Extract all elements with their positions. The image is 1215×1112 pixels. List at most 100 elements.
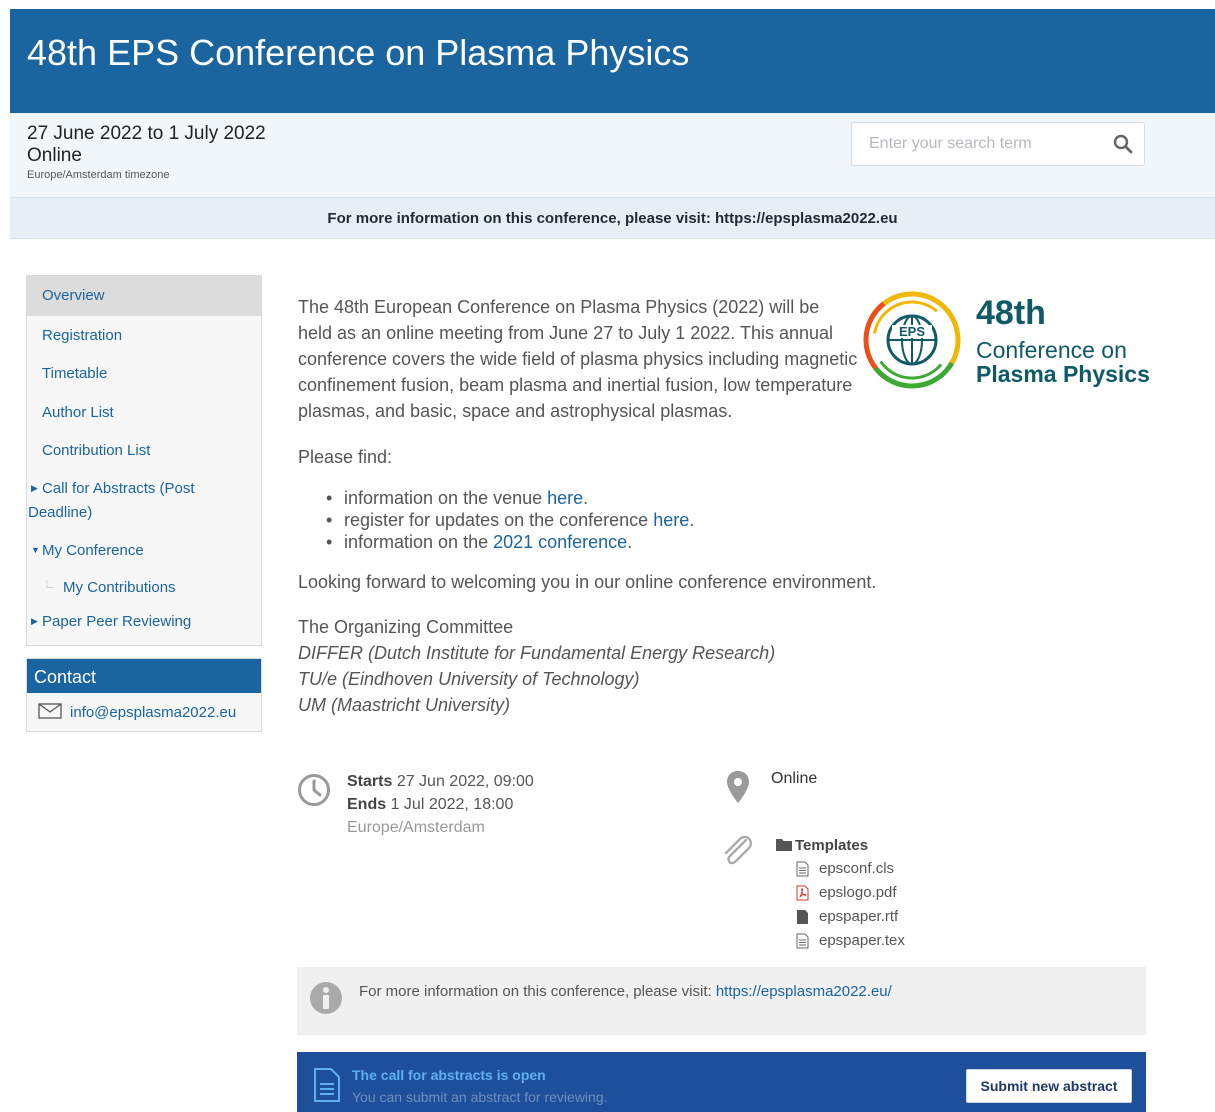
attachment-file[interactable]: epslogo.pdf [776,881,905,905]
announcement-text: For more information on this conference,… [327,210,898,227]
attachment-file[interactable]: epsconf.cls [776,857,905,881]
contact-header: Contact [27,659,261,693]
text-file-icon [796,861,809,877]
contact-title: Contact [34,667,97,687]
menu-item-label: Timetable [42,365,108,382]
submit-new-abstract-button[interactable]: Submit new abstract [966,1069,1132,1103]
filled-file-icon [797,910,808,924]
venue-here-link[interactable]: here [547,488,583,508]
map-pin-icon [727,771,749,803]
menu-item-label: My Contributions [63,579,176,596]
text-file-icon [796,933,809,949]
file-name: epsconf.cls [819,860,895,877]
info-message-text: For more information on this conference,… [359,983,716,1000]
event-timezone: Europe/Amsterdam [347,819,485,836]
committee-title: The Organizing Committee [298,617,514,637]
info-message-box: For more information on this conference,… [297,967,1146,1035]
call-for-abstracts-banner: The call for abstracts is open You can s… [297,1052,1146,1112]
updates-here-link[interactable]: here [653,510,689,530]
conference-header: 48th EPS Conference on Plasma Physics [10,9,1215,113]
menu-item-label: Contribution List [42,442,151,459]
tree-branch-icon: ∟ [44,576,57,591]
conference-website-link[interactable]: https://epsplasma2022.eu/ [716,983,892,1000]
list-item: information on the venue here. [326,487,694,509]
menu-item-my-conference[interactable]: ▼ My Conference [27,531,261,567]
attachment-folder[interactable]: Templates [776,835,905,857]
collapsed-arrow-icon: ▶ [31,483,38,493]
clock-icon [298,774,330,806]
menu-item-paper-peer-reviewing[interactable]: ▶ Paper Peer Reviewing [27,602,261,638]
contact-email: info@epsplasma2022.eu [70,704,237,721]
file-name: epspaper.tex [819,932,905,949]
please-find-text: Please find: [298,447,393,467]
menu-item-timetable[interactable]: Timetable [27,354,261,392]
venue-name: Online [771,770,818,787]
menu-item-contribution-list[interactable]: Contribution List [27,431,261,469]
folder-icon [776,839,792,851]
event-times: Starts 27 Jun 2022, 09:00 Ends 1 Jul 202… [347,770,534,839]
paperclip-icon [724,835,752,865]
conference-dates: 27 June 2022 to 1 July 2022 [27,123,266,144]
committee-member: DIFFER (Dutch Institute for Fundamental … [298,643,776,663]
info-message: For more information on this conference,… [359,983,892,1000]
logo-badge-text: EPS [899,324,925,339]
announcement-banner: For more information on this conference,… [10,197,1215,239]
pdf-file-icon [796,885,809,901]
logo-line-2: Conference on [976,337,1127,363]
bullet-text: information on the [344,532,494,552]
menu-item-my-contributions[interactable]: ∟ My Contributions [27,568,261,604]
conference-title[interactable]: 48th EPS Conference on Plasma Physics [27,32,689,74]
bullet-text: register for updates on the conference [344,510,654,530]
bullet-text: information on the venue [344,488,548,508]
collapsed-arrow-icon: ▶ [31,616,38,626]
contact-email-link[interactable]: info@epsplasma2022.eu [38,703,236,721]
search-box [851,122,1145,166]
file-name: epspaper.rtf [819,908,899,925]
search-icon[interactable] [1112,133,1134,155]
menu-item-label: Overview [42,287,105,304]
conference-description: The 48th European Conference on Plasma P… [298,297,858,421]
logo-line-3: Plasma Physics [976,361,1150,387]
menu-item-label: Registration [42,327,123,344]
conference-2021-link[interactable]: 2021 conference [493,532,627,552]
attachment-file[interactable]: epspaper.tex [776,929,905,953]
info-icon [310,982,342,1014]
organizing-committee: The Organizing Committee DIFFER (Dutch I… [298,614,775,718]
attachments-list: Templates epsconf.cls epslogo.pdf epspap… [776,835,905,953]
conference-timezone: Europe/Amsterdam timezone [27,169,170,181]
file-name: epslogo.pdf [819,884,897,901]
conference-sub-header: 27 June 2022 to 1 July 2022 Online Europ… [10,113,1215,197]
list-item: register for updates on the conference h… [326,509,694,531]
envelope-icon [38,703,62,719]
menu-item-label: Paper Peer Reviewing [42,613,192,630]
ends-label: Ends [347,796,387,813]
contact-box: Contact info@epsplasma2022.eu [26,658,262,732]
committee-member: UM (Maastricht University) [298,695,511,715]
search-input[interactable] [852,123,1119,165]
cfa-subtitle: You can submit an abstract for reviewing… [352,1089,608,1105]
starts-label: Starts [347,773,393,790]
end-datetime: 1 Jul 2022, 18:00 [390,796,514,813]
cfa-title: The call for abstracts is open [352,1067,546,1083]
info-bullet-list: information on the venue here. register … [326,487,694,553]
menu-item-call-for-abstracts[interactable]: ▶ Call for Abstracts (Post Deadline) [27,469,261,529]
folder-name: Templates [795,837,869,854]
bullet-punct: . [689,510,695,530]
globe-logo-icon: EPS [863,291,961,389]
logo-line-1: 48th [976,294,1046,332]
bullet-punct: . [627,532,633,552]
menu-item-registration[interactable]: Registration [27,316,261,354]
conference-logo: EPS 48th Conference on Plasma Physics [862,290,1152,395]
menu-item-overview[interactable]: Overview [27,276,261,316]
committee-member: TU/e (Eindhoven University of Technology… [298,669,640,689]
expanded-arrow-icon: ▼ [31,545,40,555]
attachment-file[interactable]: epspaper.rtf [776,905,905,929]
menu-item-author-list[interactable]: Author List [27,393,261,431]
menu-item-label: Author List [42,404,114,421]
document-icon [314,1068,340,1102]
menu-item-label-continued: Deadline) [28,504,93,521]
menu-item-label: My Conference [42,542,144,559]
menu-item-label: Call for Abstracts (Post [42,480,195,497]
start-datetime: 27 Jun 2022, 09:00 [396,773,534,790]
event-menu: Overview Registration Timetable Author L… [26,275,262,646]
